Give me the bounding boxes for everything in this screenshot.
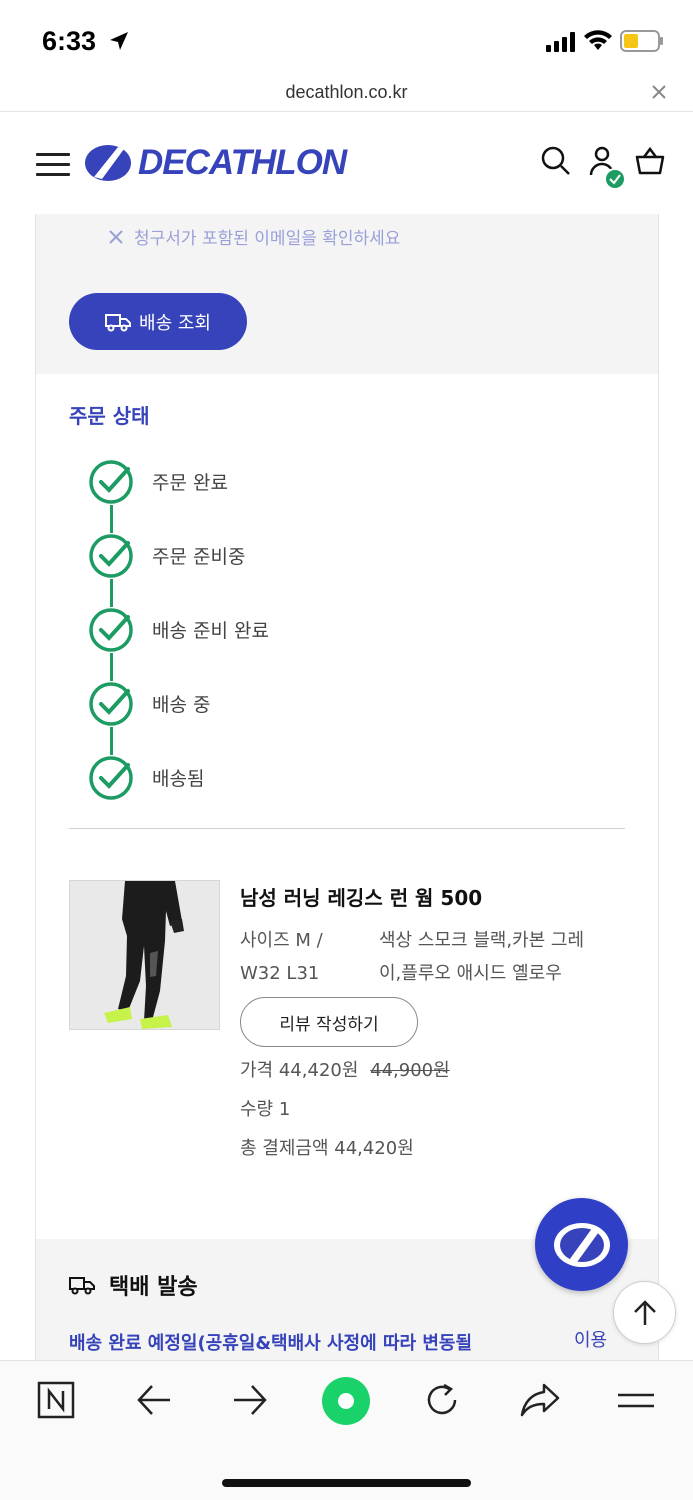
url-text[interactable]: decathlon.co.kr [0,82,693,103]
location-arrow-icon [110,32,128,50]
product-color: 색상 스모크 블랙,카본 그레 이,플루오 애시드 옐로우 [379,924,619,990]
status-step-label: 주문 준비중 [152,546,246,568]
wifi-icon [584,30,612,50]
status-step: 배송 준비 완료 [88,607,269,681]
product-photo-leggings [70,881,219,1029]
logged-in-badge [604,168,626,190]
section-divider [69,828,625,829]
arrow-up-icon [633,1299,656,1325]
forward-icon[interactable] [232,1381,268,1419]
track-delivery-button[interactable]: 배송 조회 [69,293,247,350]
reload-icon[interactable] [424,1381,460,1419]
brand-logo[interactable]: DECATHLON [84,143,347,183]
status-step-label: 배송 준비 완료 [152,620,269,642]
status-bar: 6:33 [0,0,693,80]
status-step-label: 배송 중 [152,694,211,716]
browser-url-bar[interactable]: decathlon.co.kr [0,80,693,112]
terms-link[interactable]: 이용 [574,1326,607,1352]
green-dot-icon[interactable] [321,1376,371,1426]
original-price: 44,900원 [370,1060,450,1081]
check-circle-icon [89,608,133,652]
product-size: 사이즈 M / W32 L31 [240,924,360,990]
browser-toolbar [0,1360,693,1500]
price-label: 가격 [240,1060,274,1081]
status-step: 배송 중 [88,681,269,755]
scroll-top-button[interactable] [613,1281,676,1344]
product-size-line: 사이즈 M / [240,930,323,951]
total-line: 총 결제금액 44,420원 [240,1134,414,1160]
status-time: 6:33 [42,26,97,56]
quantity-value: 1 [278,1099,291,1120]
brand-name: DECATHLON [138,143,347,182]
quantity-label: 수량 [240,1099,274,1120]
check-circle-icon [89,682,133,726]
check-circle-icon [89,756,133,800]
status-step: 주문 완료 [88,459,269,533]
decathlon-mark-icon [553,1222,610,1267]
product-size-line: W32 L31 [240,963,320,984]
order-status-title: 주문 상태 [69,404,150,428]
product-color-line: 색상 스모크 블랙,카본 그레 [379,930,585,951]
price-value: 44,420원 [278,1060,359,1081]
basket-icon[interactable] [634,145,666,177]
price-line: 가격 44,420원 44,900원 [240,1056,450,1082]
home-indicator [222,1479,471,1487]
decathlon-mark-icon [85,145,131,181]
total-label: 총 결제금액 [240,1138,329,1159]
order-summary-box: 청구서가 포함된 이메일을 확인하세요 배송 조회 [36,214,658,374]
status-step-label: 주문 완료 [152,472,228,494]
total-value: 44,420원 [334,1138,414,1159]
delivery-estimate-note: 배송 완료 예정일(공휴일&택배사 사정에 따라 변동될 [69,1333,473,1354]
brand-chat-button[interactable] [535,1198,628,1291]
product-image[interactable] [69,880,220,1030]
order-status-steps: 주문 완료 주문 준비중 배송 준비 완료 배송 중 배송됨 [88,459,269,829]
site-header: DECATHLON [0,113,693,214]
track-delivery-label: 배송 조회 [139,312,211,334]
naver-home-icon[interactable] [37,1381,75,1419]
signal-icon [546,32,575,52]
status-step: 주문 준비중 [88,533,269,607]
quantity-line: 수량 1 [240,1095,290,1121]
invoice-note-text: 청구서가 포함된 이메일을 확인하세요 [134,229,401,249]
product-color-line: 이,플루오 애시드 옐로우 [379,963,562,984]
order-detail-panel: 청구서가 포함된 이메일을 확인하세요 배송 조회 주문 상태 주문 완료 주문… [35,214,659,1360]
status-step-label: 배송됨 [152,768,205,790]
close-icon[interactable] [651,84,667,100]
truck-icon [105,313,132,331]
check-circle-icon [89,534,133,578]
menu-icon[interactable] [617,1381,655,1419]
share-icon[interactable] [520,1381,560,1419]
invoice-note: 청구서가 포함된 이메일을 확인하세요 [108,224,400,249]
truck-icon [69,1277,95,1295]
delivery-title-text: 택배 발송 [109,1275,198,1300]
delivery-title: 택배 발송 [69,1269,198,1301]
status-step: 배송됨 [88,755,269,829]
menu-icon[interactable] [36,153,70,177]
back-icon[interactable] [136,1381,172,1419]
close-icon [109,229,123,244]
battery-icon [620,30,663,52]
check-circle-icon [89,460,133,504]
write-review-button[interactable]: 리뷰 작성하기 [240,997,418,1047]
search-icon[interactable] [540,145,572,177]
product-name[interactable]: 남성 러닝 레깅스 런 웜 500 [240,882,482,911]
